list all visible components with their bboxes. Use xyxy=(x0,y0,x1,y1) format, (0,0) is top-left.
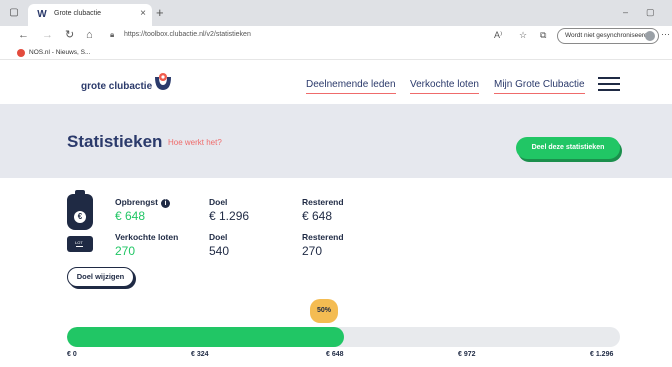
favicon-icon: W xyxy=(37,9,47,20)
bookmarks-bar: NOS.nl - Nieuws, S... xyxy=(0,46,672,60)
info-icon[interactable]: i xyxy=(160,199,170,208)
page-title: Statistieken xyxy=(67,132,163,151)
tickets-goal-label: Doel xyxy=(209,232,228,242)
sync-label: Wordt niet gesynchroniseerd xyxy=(565,32,648,39)
share-stats-button[interactable]: Deel deze statistieken xyxy=(516,137,620,159)
money-bag-icon: € xyxy=(67,190,93,230)
logo-text[interactable]: grote clubactie xyxy=(81,81,152,92)
lock-icon: 🔒︎ xyxy=(110,30,115,39)
favorites-icon[interactable]: ☆ xyxy=(519,30,527,41)
tickets-remaining-label: Resterend xyxy=(302,232,344,242)
browser-tab[interactable]: W Grote clubactie × xyxy=(28,4,152,26)
minimize-icon[interactable]: – xyxy=(623,7,628,17)
restore-icon[interactable]: ▢ xyxy=(646,7,655,18)
nav-mijn-grote-clubactie[interactable]: Mijn Grote Clubactie xyxy=(494,79,585,94)
tickets-label: Verkochte loten xyxy=(115,232,179,242)
progress-tick-2: € 648 xyxy=(326,351,344,358)
new-tab-icon[interactable]: + xyxy=(156,6,164,19)
revenue-remaining-value: € 648 xyxy=(302,209,333,223)
progress-tick-3: € 972 xyxy=(458,351,476,358)
back-icon[interactable]: ← xyxy=(18,29,29,42)
revenue-label: Opbrengst i xyxy=(115,197,170,208)
refresh-icon[interactable]: ↻ xyxy=(65,29,74,42)
revenue-goal-value: € 1.296 xyxy=(209,209,250,223)
page-banner: Statistieken Hoe werkt het? Deel deze st… xyxy=(0,104,672,178)
hamburger-menu-icon[interactable] xyxy=(598,77,620,91)
tab-title: Grote clubactie xyxy=(54,10,102,17)
revenue-value: € 648 xyxy=(115,209,146,223)
help-link[interactable]: Hoe werkt het? xyxy=(168,138,222,147)
revenue-goal-label: Doel xyxy=(209,197,228,207)
url-text: https://toolbox.clubactie.nl/v2/statisti… xyxy=(124,31,251,38)
browser-tab-strip: ▢ W Grote clubactie × + – ▢ xyxy=(0,0,672,26)
progress-tick-1: € 324 xyxy=(191,351,209,358)
site-header: grote clubactie Deelnemende leden Verkoc… xyxy=(0,60,672,104)
avatar xyxy=(645,31,655,41)
ticket-icon: LOT xyxy=(67,236,93,252)
sync-button[interactable]: Wordt niet gesynchroniseerd xyxy=(557,28,659,44)
nos-icon xyxy=(17,49,25,57)
browser-toolbar: ← → ↻ ⌂ 🔒︎ https://toolbox.clubactie.nl/… xyxy=(0,26,672,46)
logo-icon xyxy=(155,73,171,90)
tickets-remaining-value: 270 xyxy=(302,244,323,258)
share-stats-label: Deel deze statistieken xyxy=(531,144,605,151)
progress-percent-label: 50% xyxy=(316,307,331,314)
forward-icon[interactable]: → xyxy=(42,29,53,42)
revenue-remaining-label: Resterend xyxy=(302,197,344,207)
nav-deelnemende-leden[interactable]: Deelnemende leden xyxy=(306,79,396,94)
tickets-goal-value: 540 xyxy=(209,244,230,258)
change-goal-label: Doel wijzigen xyxy=(76,272,125,281)
nav-verkochte-loten[interactable]: Verkochte loten xyxy=(410,79,479,94)
tab-actions-icon[interactable]: ▢ xyxy=(7,6,21,20)
read-aloud-icon[interactable]: A⁾ xyxy=(494,30,502,41)
tickets-value: 270 xyxy=(115,244,136,258)
progress-track xyxy=(67,327,620,347)
home-icon[interactable]: ⌂ xyxy=(86,29,93,42)
more-icon[interactable]: ⋯ xyxy=(661,29,670,40)
progress-tick-0: € 0 xyxy=(67,351,77,358)
change-goal-button[interactable]: Doel wijzigen xyxy=(67,267,134,287)
progress-tick-4: € 1.296 xyxy=(590,351,614,358)
progress-percent-badge: 50% xyxy=(310,299,338,323)
close-icon[interactable]: × xyxy=(140,8,146,19)
collections-icon[interactable]: ⧉ xyxy=(540,30,546,41)
bookmark-link[interactable]: NOS.nl - Nieuws, S... xyxy=(29,49,90,56)
address-bar[interactable]: 🔒︎ https://toolbox.clubactie.nl/v2/stati… xyxy=(108,28,468,44)
progress-fill xyxy=(67,327,344,347)
